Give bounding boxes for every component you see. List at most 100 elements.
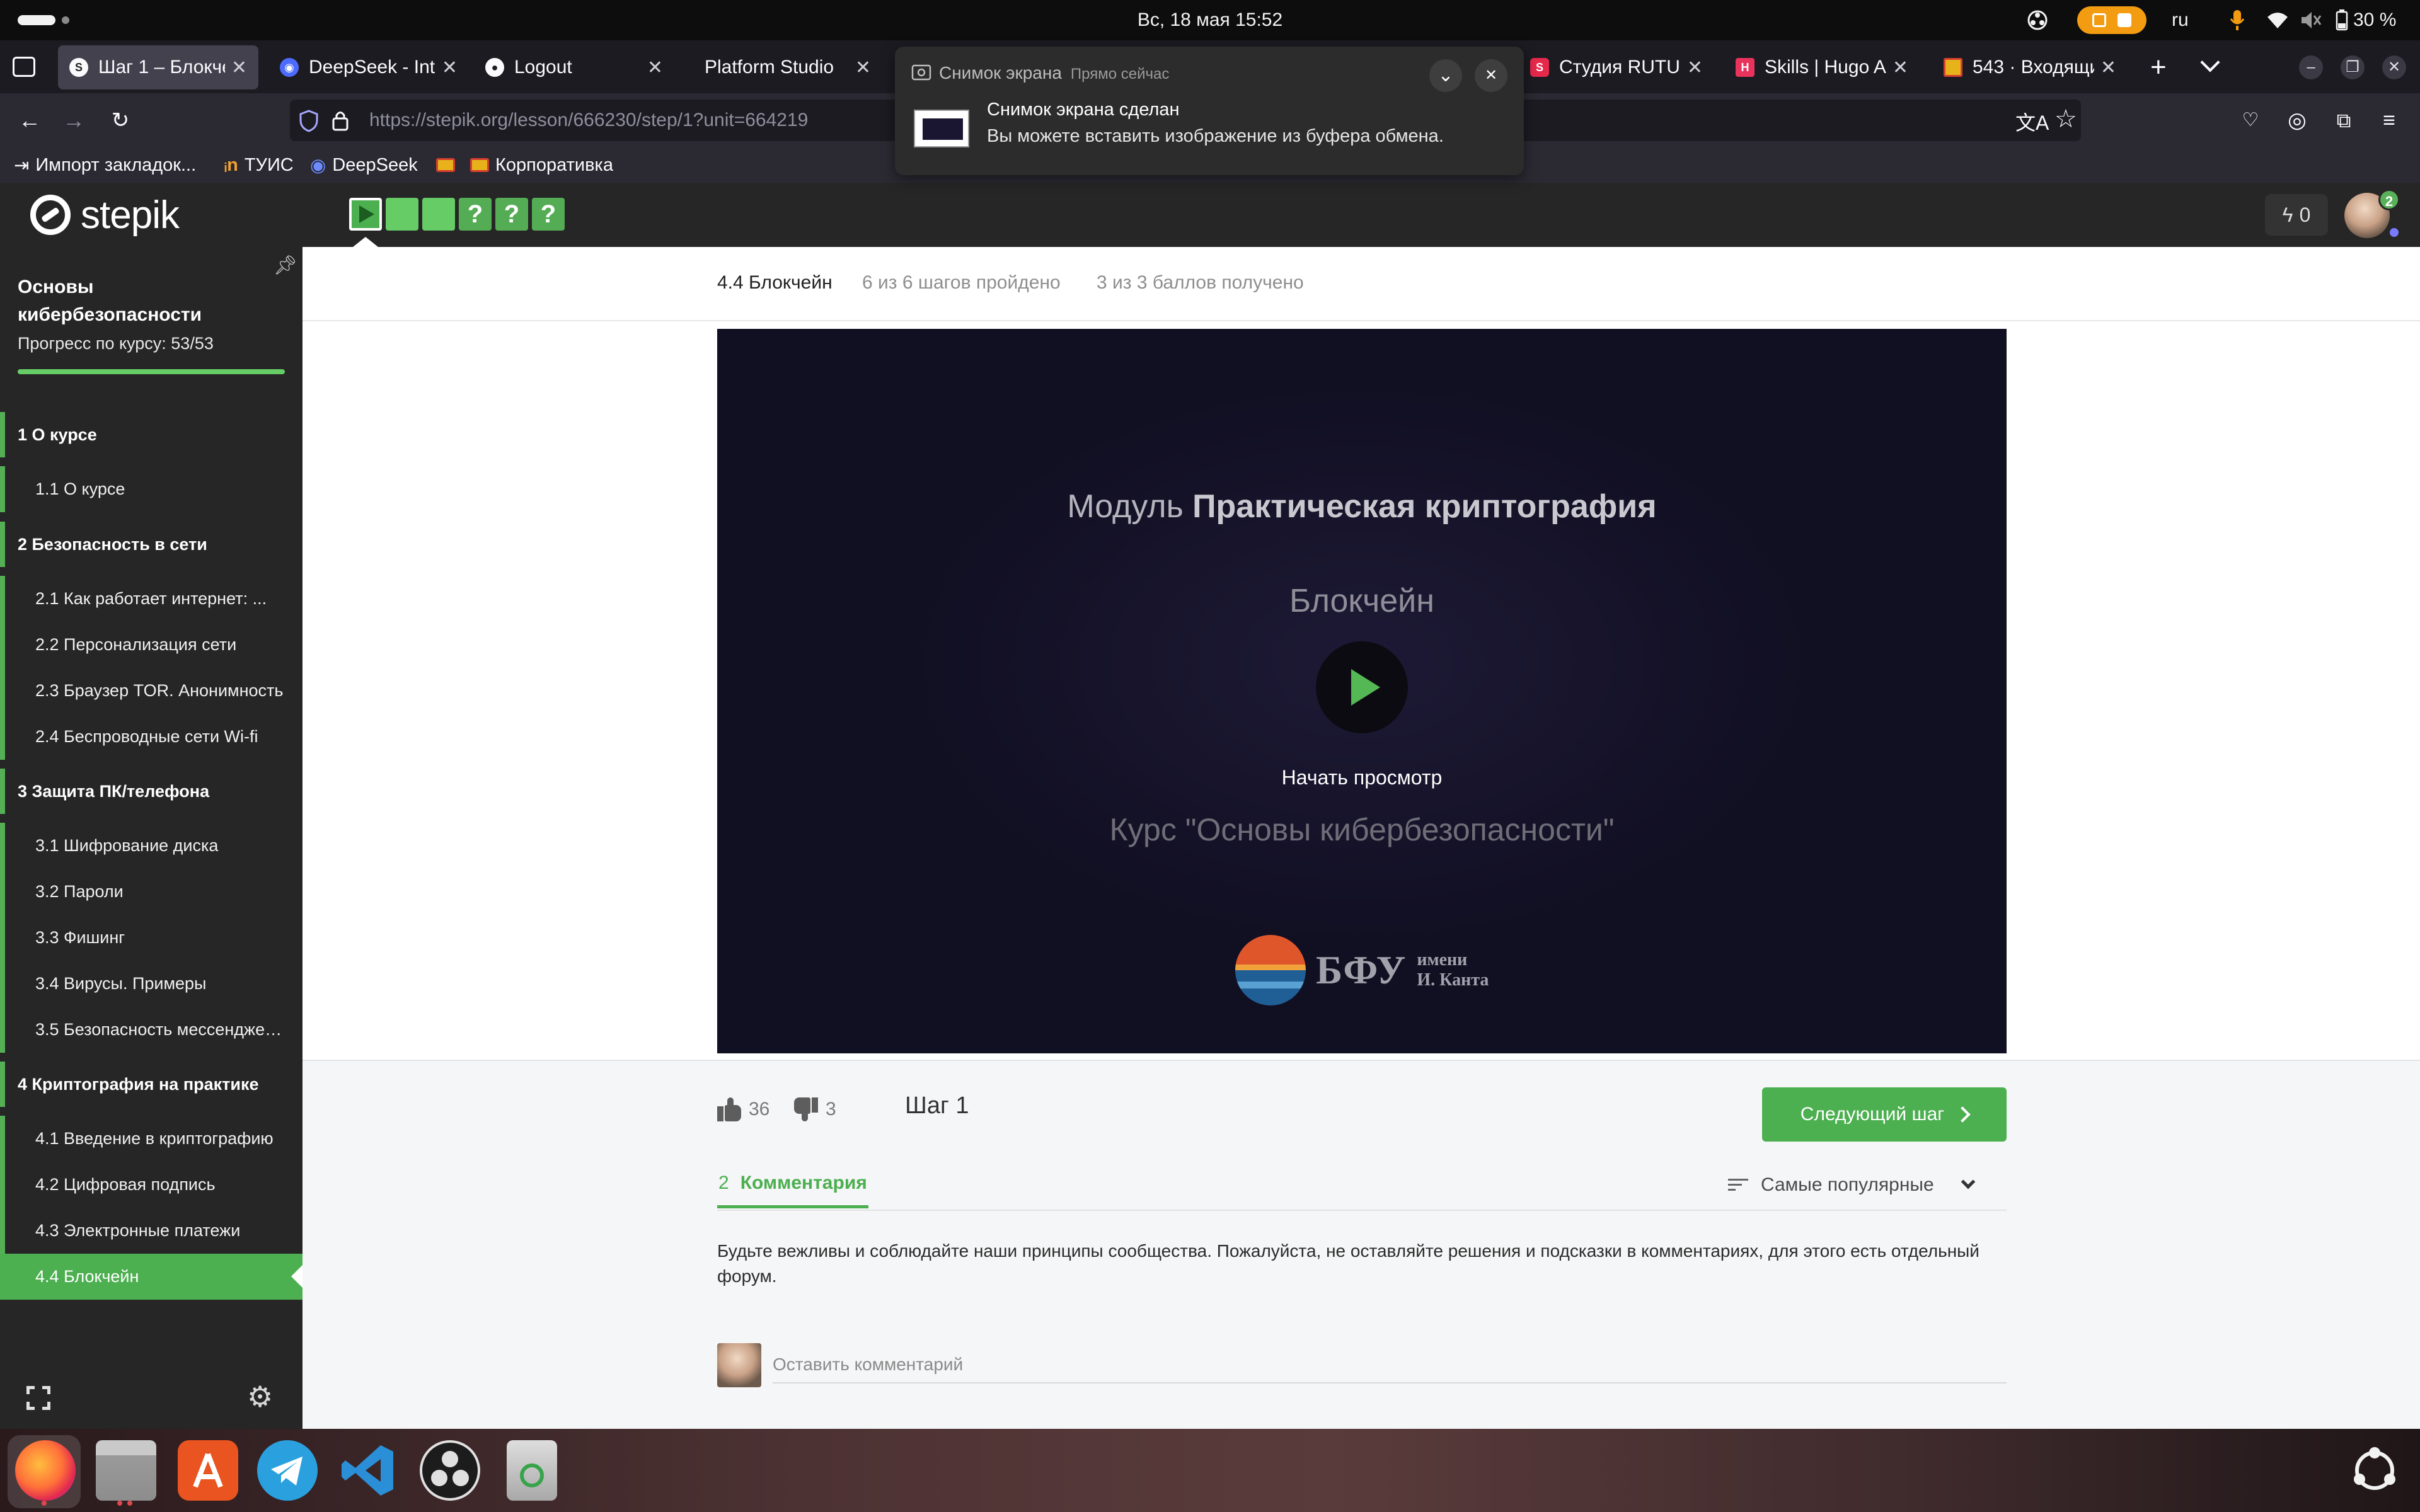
translate-icon[interactable]: 文A	[2015, 107, 2049, 136]
files-icon[interactable]	[96, 1440, 156, 1501]
lock-icon[interactable]	[331, 110, 349, 131]
step-1-video[interactable]	[349, 198, 382, 231]
lesson-2-2[interactable]: 2.2 Персонализация сети	[0, 622, 302, 668]
volume-muted-icon[interactable]	[2300, 0, 2323, 40]
telegram-icon[interactable]	[257, 1440, 318, 1501]
pocket-icon[interactable]: ♡	[2236, 106, 2265, 135]
close-tab-icon[interactable]: ✕	[231, 57, 247, 79]
bfu-emblem-icon	[1235, 935, 1306, 1005]
step-2[interactable]	[386, 198, 418, 231]
comment-input[interactable]: Оставить комментарий	[773, 1347, 2007, 1383]
lesson-4-3[interactable]: 4.3 Электронные платежи	[0, 1208, 302, 1254]
reload-button[interactable]: ↻	[106, 106, 135, 135]
menu-icon[interactable]: ≡	[2375, 106, 2404, 135]
tab-hugo[interactable]: H Skills | Hugo Academy ✕	[1724, 45, 1920, 89]
import-icon: ⇥	[14, 155, 30, 176]
close-tab-icon[interactable]: ✕	[647, 57, 663, 79]
tab-comments[interactable]: 2 Комментария	[717, 1164, 868, 1208]
bookmark-star-icon[interactable]: ☆	[2054, 105, 2077, 134]
lesson-4-1[interactable]: 4.1 Введение в криптографию	[0, 1116, 302, 1162]
gear-icon[interactable]: ⚙	[247, 1380, 273, 1414]
vscode-icon[interactable]	[338, 1440, 398, 1501]
battery-indicator[interactable]: 30 %	[2336, 0, 2396, 40]
extensions-icon[interactable]: ⧉	[2329, 106, 2358, 135]
lesson-3-3[interactable]: 3.3 Фишинг	[0, 915, 302, 961]
lesson-1-1[interactable]: 1.1 О курсе	[0, 466, 302, 512]
step-4-quiz[interactable]: ?	[459, 198, 492, 231]
close-notification-button[interactable]: ✕	[1475, 59, 1507, 92]
lesson-3-5[interactable]: 3.5 Безопасность мессенджеров	[0, 1007, 302, 1053]
dislike-button[interactable]: 3	[794, 1090, 836, 1129]
close-tab-icon[interactable]: ✕	[442, 57, 458, 79]
screen-recording-indicator[interactable]	[2077, 0, 2146, 40]
back-button[interactable]: ←	[15, 106, 44, 135]
keyboard-layout[interactable]: ru	[2172, 0, 2189, 40]
wifi-icon[interactable]	[2266, 0, 2289, 40]
section-2[interactable]: 2 Безопасность в сети	[0, 522, 302, 567]
section-4[interactable]: 4 Криптография на практике	[0, 1062, 302, 1107]
obs-tray-icon[interactable]	[2027, 0, 2048, 40]
app-center-icon[interactable]	[178, 1440, 238, 1501]
bookmark-mail[interactable]	[436, 147, 455, 183]
notification-badge[interactable]: 2	[2378, 189, 2400, 210]
system-clock[interactable]: Вс, 18 мая 15:52	[0, 0, 2420, 40]
sort-label: Самые популярные	[1761, 1174, 1934, 1195]
start-viewing-label[interactable]: Начать просмотр	[717, 766, 2007, 789]
section-1[interactable]: 1 О курсе	[0, 412, 302, 457]
video-player[interactable]: Модуль Практическая криптография Блокчей…	[717, 329, 2007, 1053]
lesson-2-4[interactable]: 2.4 Беспроводные сети Wi-fi	[0, 714, 302, 760]
expand-notification-button[interactable]: ⌄	[1429, 59, 1462, 92]
tab-platform-studio[interactable]: Platform Studio ✕	[682, 45, 882, 89]
tab-stepik[interactable]: S Шаг 1 – Блокчейн ✕	[58, 45, 258, 89]
new-tab-button[interactable]: +	[2150, 52, 2167, 83]
close-tab-icon[interactable]: ✕	[855, 57, 871, 79]
pin-icon[interactable]: 📌︎	[274, 255, 297, 277]
trash-icon[interactable]	[507, 1440, 557, 1501]
close-window-button[interactable]: ✕	[2382, 55, 2406, 79]
lightning-icon: ϟ	[2282, 203, 2293, 226]
lesson-3-1[interactable]: 3.1 Шифрование диска	[0, 823, 302, 869]
tab-rutube[interactable]: S Студия RUTUBE ✕	[1519, 45, 1714, 89]
forward-button[interactable]: →	[59, 106, 88, 135]
restore-window-button[interactable]: ❐	[2341, 55, 2365, 79]
lesson-4-2[interactable]: 4.2 Цифровая подпись	[0, 1162, 302, 1208]
stepik-logo[interactable]: stepik	[30, 193, 180, 237]
close-tab-icon[interactable]: ✕	[1893, 57, 1908, 79]
energy-counter[interactable]: ϟ 0	[2265, 194, 2328, 236]
bookmark-tuis[interactable]: ᵢn ТУИС	[224, 147, 294, 183]
close-tab-icon[interactable]: ✕	[1687, 57, 1703, 79]
course-title[interactable]: Основы кибербезопасности	[18, 273, 257, 329]
lesson-3-4[interactable]: 3.4 Вирусы. Примеры	[0, 961, 302, 1007]
url-text[interactable]: https://stepik.org/lesson/666230/step/1?…	[369, 100, 808, 141]
bookmark-import[interactable]: ⇥ Импорт закладок...	[14, 147, 196, 183]
play-button[interactable]	[1316, 641, 1408, 733]
like-button[interactable]: 36	[717, 1090, 769, 1129]
bookmark-deepseek[interactable]: ◉ DeepSeek	[310, 147, 418, 183]
step-6-quiz[interactable]: ?	[532, 198, 565, 231]
tab-mail[interactable]: 543 · Входящие ✕	[1932, 45, 2128, 89]
list-tabs-button[interactable]	[2200, 52, 2220, 72]
account-icon[interactable]: ◎	[2283, 106, 2312, 135]
section-3[interactable]: 3 Защита ПК/телефона	[0, 769, 302, 814]
minimize-window-button[interactable]: –	[2299, 55, 2323, 79]
obs-studio-icon[interactable]	[420, 1440, 480, 1501]
next-step-button[interactable]: Следующий шаг	[1762, 1087, 2007, 1142]
lesson-3-2[interactable]: 3.2 Пароли	[0, 869, 302, 915]
tab-deepseek[interactable]: ◉ DeepSeek - Into the Unknown ✕	[268, 45, 469, 89]
microphone-icon[interactable]	[2230, 0, 2245, 40]
lesson-2-3[interactable]: 2.3 Браузер TOR. Анонимность	[0, 668, 302, 714]
screenshot-notification[interactable]: Снимок экрана Прямо сейчас ⌄ ✕ Снимок экр…	[895, 47, 1524, 175]
show-apps-icon[interactable]	[2344, 1440, 2405, 1501]
firefox-view-icon[interactable]	[13, 57, 35, 77]
firefox-icon[interactable]	[15, 1440, 76, 1501]
tab-github-logout[interactable]: ● Logout ✕	[474, 45, 674, 89]
lesson-4-4-active[interactable]: 4.4 Блокчейн	[0, 1254, 302, 1300]
lesson-2-1[interactable]: 2.1 Как работает интернет: ...	[0, 576, 302, 622]
fullscreen-icon[interactable]	[26, 1385, 51, 1411]
step-5-quiz[interactable]: ?	[495, 198, 528, 231]
tracking-protection-shield-icon[interactable]	[299, 110, 319, 132]
step-3[interactable]	[422, 198, 455, 231]
comments-sort-dropdown[interactable]: Самые популярные	[1728, 1171, 1975, 1200]
bookmark-corporate[interactable]: Корпоративка	[470, 147, 613, 183]
close-tab-icon[interactable]: ✕	[2100, 57, 2116, 79]
